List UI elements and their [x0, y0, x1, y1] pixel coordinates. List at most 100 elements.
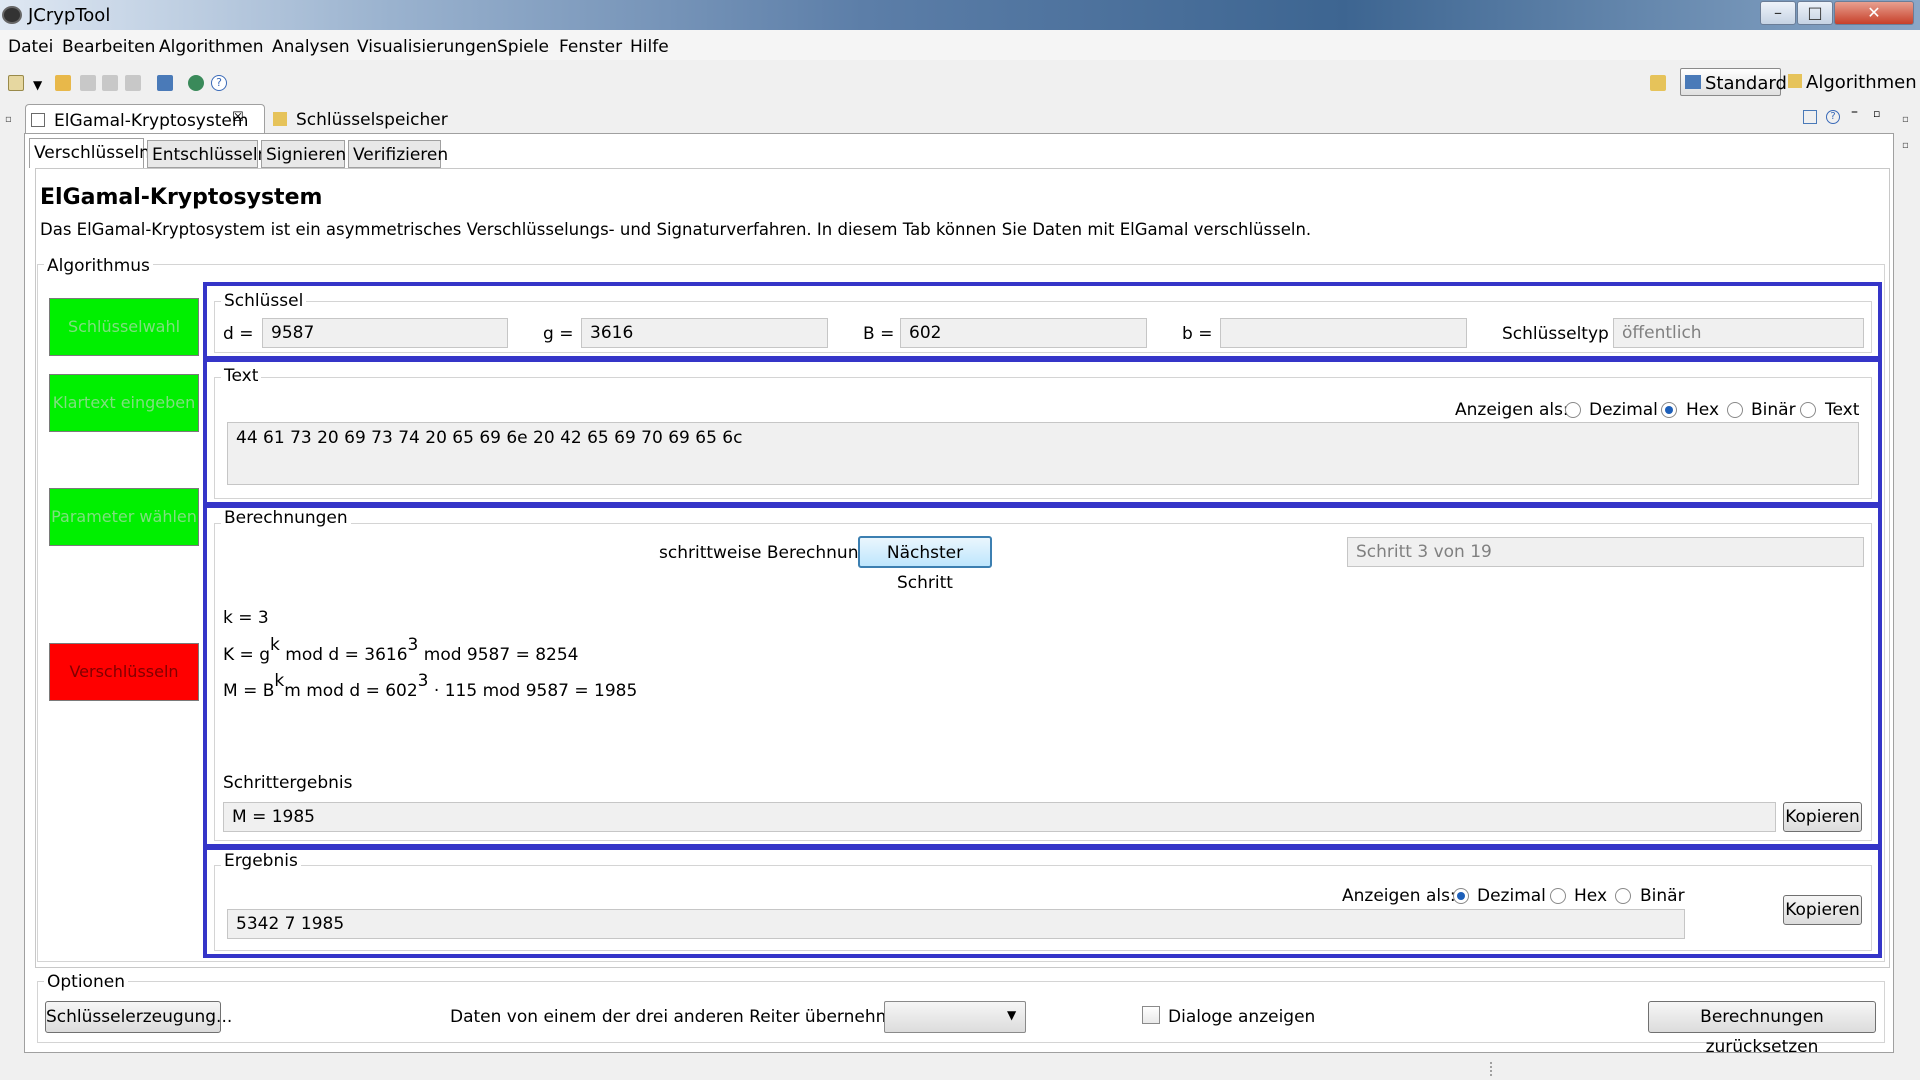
restore-left-icon[interactable]: ▫ [5, 114, 12, 125]
step-status-field: Schritt 3 von 19 [1347, 537, 1864, 567]
formula-K: K = gk mod d = 36163 mod 9587 = 8254 [223, 635, 579, 665]
save-icon[interactable] [80, 75, 96, 91]
page-description: Das ElGamal-Kryptosystem ist ein asymmet… [40, 220, 1312, 239]
perspective-standard-button[interactable]: Standard [1680, 68, 1787, 96]
result-radio-dezimal-label: Dezimal [1477, 886, 1546, 906]
result-group-label: Ergebnis [221, 851, 301, 871]
text-radio-binaer[interactable] [1727, 402, 1743, 418]
menu-visualisierungen[interactable]: Visualisierungen [357, 37, 497, 57]
open-perspective-icon[interactable] [1650, 75, 1666, 91]
minimize-button[interactable]: – [1760, 1, 1796, 25]
dropdown-arrow-icon[interactable]: ▼ [33, 78, 42, 92]
editor-maximize-icon[interactable]: ▫ [1873, 107, 1880, 120]
B-label: B = [863, 324, 895, 344]
subtab-verschluesseln[interactable]: Verschlüsseln [29, 138, 150, 168]
restore-right-icon-2[interactable]: ▫ [1902, 140, 1909, 151]
calc-group-label: Berechnungen [221, 508, 351, 528]
step-result-field[interactable]: M = 1985 [223, 802, 1776, 832]
menu-hilfe[interactable]: Hilfe [630, 37, 669, 57]
menu-algorithmen[interactable]: Algorithmen [159, 37, 264, 57]
close-button[interactable]: ✕ [1834, 1, 1914, 25]
next-step-button[interactable]: Nächster Schritt [858, 536, 992, 593]
stepwise-label: schrittweise Berechnung: [659, 543, 875, 563]
options-group-label: Optionen [44, 972, 128, 992]
result-radio-binaer[interactable] [1615, 888, 1631, 904]
step-keyselection-button[interactable]: Schlüsselwahl [49, 298, 199, 356]
subtab-signieren[interactable]: Signieren [261, 140, 346, 168]
restore-right-icon[interactable]: ▫ [1902, 114, 1909, 125]
editor-help-icon[interactable]: ? [1826, 110, 1840, 124]
text-radio-dezimal-label: Dezimal [1589, 400, 1658, 420]
text-group-label: Text [221, 366, 262, 386]
text-radio-hex[interactable] [1661, 402, 1677, 418]
save-all-icon[interactable] [102, 75, 118, 91]
subtab-entschluesseln[interactable]: Entschlüsseln [147, 140, 268, 168]
status-bar [0, 1058, 1920, 1080]
title-bar: JCrypTool – □ ✕ [0, 0, 1920, 30]
step-result-label: Schrittergebnis [223, 773, 353, 793]
print-icon[interactable] [125, 75, 141, 91]
menu-fenster[interactable]: Fenster [559, 37, 622, 57]
formula-M: M = Bkm mod d = 6023 · 115 mod 9587 = 19… [223, 671, 638, 701]
view-menu-icon[interactable] [1803, 110, 1817, 124]
import-label: Daten von einem der drei anderen Reiter … [450, 1007, 920, 1027]
standard-perspective-icon [1685, 75, 1701, 89]
dialogs-checkbox[interactable] [1142, 1006, 1160, 1024]
text-radio-hex-label: Hex [1686, 400, 1720, 420]
formula-k: k = 3 [223, 608, 269, 628]
document-icon [31, 113, 45, 127]
open-folder-icon[interactable] [55, 75, 71, 91]
d-field[interactable]: 9587 [262, 318, 508, 348]
key-group-label: Schlüssel [221, 291, 307, 311]
key-type-label: Schlüsseltyp : [1502, 324, 1620, 344]
keygen-button[interactable]: Schlüsselerzeugung... [45, 1001, 232, 1033]
status-separator [1490, 1062, 1492, 1076]
algorithm-group-label: Algorithmus [44, 256, 153, 276]
editor-minimize-icon[interactable]: – [1851, 104, 1858, 120]
reset-calculations-button[interactable]: Berechnungen zurücksetzen [1648, 1001, 1876, 1057]
menu-spiele[interactable]: Spiele [497, 37, 549, 57]
result-radio-hex[interactable] [1550, 888, 1566, 904]
step-plaintext-button[interactable]: Klartext eingeben [49, 374, 199, 432]
toolbar: ▼ ? [0, 64, 1920, 104]
tab-elgamal-kryptosystem[interactable]: ElGamal-Kryptosystem ☒ [25, 104, 265, 133]
text-radio-dezimal[interactable] [1565, 402, 1581, 418]
result-radio-binaer-label: Binär [1640, 886, 1685, 906]
console-icon[interactable] [157, 75, 173, 91]
copy-result-button[interactable]: Kopieren [1783, 895, 1862, 925]
B-field[interactable]: 602 [900, 318, 1147, 348]
key-type-field[interactable]: öffentlich [1613, 318, 1864, 348]
chevron-down-icon: ▼ [1007, 1008, 1017, 1022]
result-display-label: Anzeigen als: [1342, 886, 1456, 906]
dialogs-label: Dialoge anzeigen [1168, 1007, 1316, 1027]
maximize-button[interactable]: □ [1797, 1, 1833, 25]
text-radio-text[interactable] [1800, 402, 1816, 418]
help-icon[interactable]: ? [211, 75, 227, 91]
subtab-verifizieren[interactable]: Verifizieren [348, 140, 448, 168]
text-value-field[interactable]: 44 61 73 20 69 73 74 20 65 69 6e 20 42 6… [227, 422, 1859, 485]
text-display-label: Anzeigen als: [1455, 400, 1569, 420]
window-title: JCrypTool [28, 5, 111, 26]
import-select[interactable]: ▼ [884, 1001, 1026, 1033]
tab-close-icon[interactable]: ☒ [232, 110, 244, 125]
tab-schluesselspeicher[interactable]: Schlüsselspeicher [268, 104, 448, 133]
step-encrypt-button[interactable]: Verschlüsseln [49, 643, 199, 701]
result-radio-dezimal[interactable] [1453, 888, 1469, 904]
b-field[interactable] [1220, 318, 1467, 348]
menu-datei[interactable]: Datei [8, 37, 53, 57]
d-label: d = [223, 324, 254, 344]
menu-bar: Datei Bearbeiten Algorithmen Analysen Vi… [0, 30, 1920, 60]
web-icon[interactable] [188, 75, 204, 91]
new-icon[interactable] [8, 75, 24, 91]
menu-bearbeiten[interactable]: Bearbeiten [62, 37, 155, 57]
b-label: b = [1182, 324, 1213, 344]
step-parameters-button[interactable]: Parameter wählen [49, 488, 199, 546]
copy-step-result-button[interactable]: Kopieren [1783, 802, 1862, 832]
result-radio-hex-label: Hex [1574, 886, 1608, 906]
key-icon [273, 112, 287, 126]
menu-analysen[interactable]: Analysen [272, 37, 350, 57]
page-title: ElGamal-Kryptosystem [40, 185, 323, 210]
app-icon [2, 6, 22, 24]
g-field[interactable]: 3616 [581, 318, 828, 348]
result-value-field[interactable]: 5342 7 1985 [227, 909, 1685, 939]
